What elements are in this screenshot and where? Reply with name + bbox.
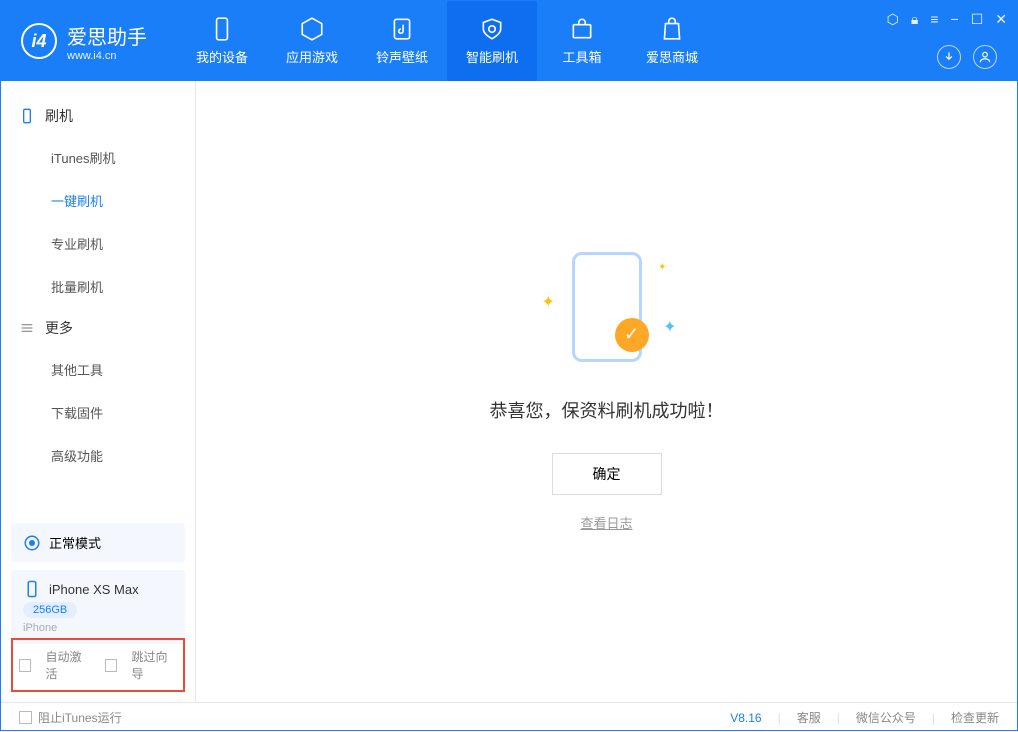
- sidebar-item-other-tools[interactable]: 其他工具: [1, 348, 195, 391]
- device-box[interactable]: iPhone XS Max 256GB iPhone: [11, 570, 185, 644]
- app-name: 爱思助手: [67, 21, 147, 50]
- wechat-link[interactable]: 微信公众号: [856, 709, 916, 726]
- maximize-icon[interactable]: ☐: [971, 11, 984, 28]
- logo-area: i4 爱思助手 www.i4.cn: [1, 21, 167, 62]
- lock-icon[interactable]: 🔒︎: [911, 11, 918, 28]
- profile-button[interactable]: [973, 45, 997, 69]
- phone-icon: [209, 16, 235, 42]
- sidebar-item-download-firmware[interactable]: 下载固件: [1, 391, 195, 434]
- mode-box[interactable]: 正常模式: [11, 523, 185, 562]
- footer-right: V8.16 | 客服 | 微信公众号 | 检查更新: [730, 709, 999, 726]
- footer-left: 阻止iTunes运行: [19, 709, 122, 726]
- app-logo-icon: i4: [21, 23, 57, 59]
- minimize-icon[interactable]: −: [951, 11, 959, 28]
- section-more-title: 更多: [1, 308, 195, 348]
- refresh-shield-icon: [479, 16, 505, 42]
- tshirt-icon[interactable]: ⬡: [887, 11, 899, 28]
- tab-toolbox[interactable]: 工具箱: [537, 1, 627, 81]
- device-type: iPhone: [23, 622, 173, 634]
- sidebar-item-pro-flash[interactable]: 专业刷机: [1, 222, 195, 265]
- bag-icon: [659, 16, 685, 42]
- sidebar: 刷机 iTunes刷机 一键刷机 专业刷机 批量刷机 更多 其他工具 下载固件 …: [1, 81, 196, 702]
- tab-ringtones[interactable]: 铃声壁纸: [357, 1, 447, 81]
- mode-label: 正常模式: [49, 533, 101, 552]
- window-controls: ⬡ 🔒︎ ≡ − ☐ ✕: [887, 11, 1007, 28]
- checkbox-highlight-row: 自动激活 跳过向导: [11, 638, 185, 692]
- device-name: iPhone XS Max: [49, 582, 139, 597]
- block-itunes-label: 阻止iTunes运行: [38, 709, 122, 726]
- auto-activate-checkbox[interactable]: [19, 659, 31, 672]
- version-label: V8.16: [730, 711, 761, 725]
- block-itunes-checkbox[interactable]: [19, 711, 32, 724]
- check-update-link[interactable]: 检查更新: [951, 709, 999, 726]
- user-icon: [978, 50, 992, 64]
- sidebar-item-batch-flash[interactable]: 批量刷机: [1, 265, 195, 308]
- normal-mode-icon: [23, 534, 41, 552]
- view-log-link[interactable]: 查看日志: [580, 513, 632, 532]
- storage-badge: 256GB: [23, 602, 77, 618]
- tab-label: 爱思商城: [646, 47, 698, 66]
- close-icon[interactable]: ✕: [995, 11, 1007, 28]
- footer: 阻止iTunes运行 V8.16 | 客服 | 微信公众号 | 检查更新: [1, 702, 1017, 732]
- sparkle-icon: ✦: [542, 292, 555, 312]
- sidebar-item-advanced[interactable]: 高级功能: [1, 434, 195, 477]
- tab-label: 我的设备: [196, 47, 248, 66]
- skip-guide-label: 跳过向导: [131, 648, 177, 682]
- body-area: 刷机 iTunes刷机 一键刷机 专业刷机 批量刷机 更多 其他工具 下载固件 …: [1, 81, 1017, 702]
- menu-icon[interactable]: ≡: [930, 11, 938, 28]
- sidebar-item-oneclick-flash[interactable]: 一键刷机: [1, 179, 195, 222]
- iphone-icon: [23, 580, 41, 598]
- tab-apps[interactable]: 应用游戏: [267, 1, 357, 81]
- tab-label: 智能刷机: [466, 47, 518, 66]
- cube-icon: [299, 16, 325, 42]
- tab-store[interactable]: 爱思商城: [627, 1, 717, 81]
- tab-label: 应用游戏: [286, 47, 338, 66]
- device-info-area: 正常模式 iPhone XS Max 256GB iPhone: [11, 523, 185, 644]
- support-link[interactable]: 客服: [797, 709, 821, 726]
- success-message: 恭喜您，保资料刷机成功啦！: [490, 397, 724, 423]
- section-flash-title: 刷机: [1, 96, 195, 136]
- ok-button[interactable]: 确定: [552, 453, 662, 495]
- success-illustration: ✦ ✦ ✦ ✓: [537, 252, 677, 372]
- download-icon: [942, 50, 956, 64]
- list-icon: [19, 320, 35, 336]
- sidebar-item-itunes-flash[interactable]: iTunes刷机: [1, 136, 195, 179]
- tab-label: 铃声壁纸: [376, 47, 428, 66]
- music-file-icon: [389, 16, 415, 42]
- sparkle-icon: ✦: [658, 262, 666, 273]
- app-domain: www.i4.cn: [67, 50, 147, 62]
- toolbox-icon: [569, 16, 595, 42]
- app-header: i4 爱思助手 www.i4.cn 我的设备 应用游戏 铃声壁纸 智能刷机 工具…: [1, 1, 1017, 81]
- main-content: ✦ ✦ ✦ ✓ 恭喜您，保资料刷机成功啦！ 确定 查看日志: [196, 81, 1017, 702]
- header-action-circles: [937, 45, 997, 69]
- sparkle-icon: ✦: [663, 317, 676, 337]
- tab-my-device[interactable]: 我的设备: [177, 1, 267, 81]
- download-button[interactable]: [937, 45, 961, 69]
- success-check-icon: ✓: [615, 318, 649, 352]
- tab-label: 工具箱: [562, 47, 601, 66]
- auto-activate-label: 自动激活: [45, 648, 91, 682]
- nav-tabs: 我的设备 应用游戏 铃声壁纸 智能刷机 工具箱 爱思商城: [177, 1, 717, 81]
- tab-flash[interactable]: 智能刷机: [447, 1, 537, 81]
- device-icon: [19, 108, 35, 124]
- skip-guide-checkbox[interactable]: [105, 659, 117, 672]
